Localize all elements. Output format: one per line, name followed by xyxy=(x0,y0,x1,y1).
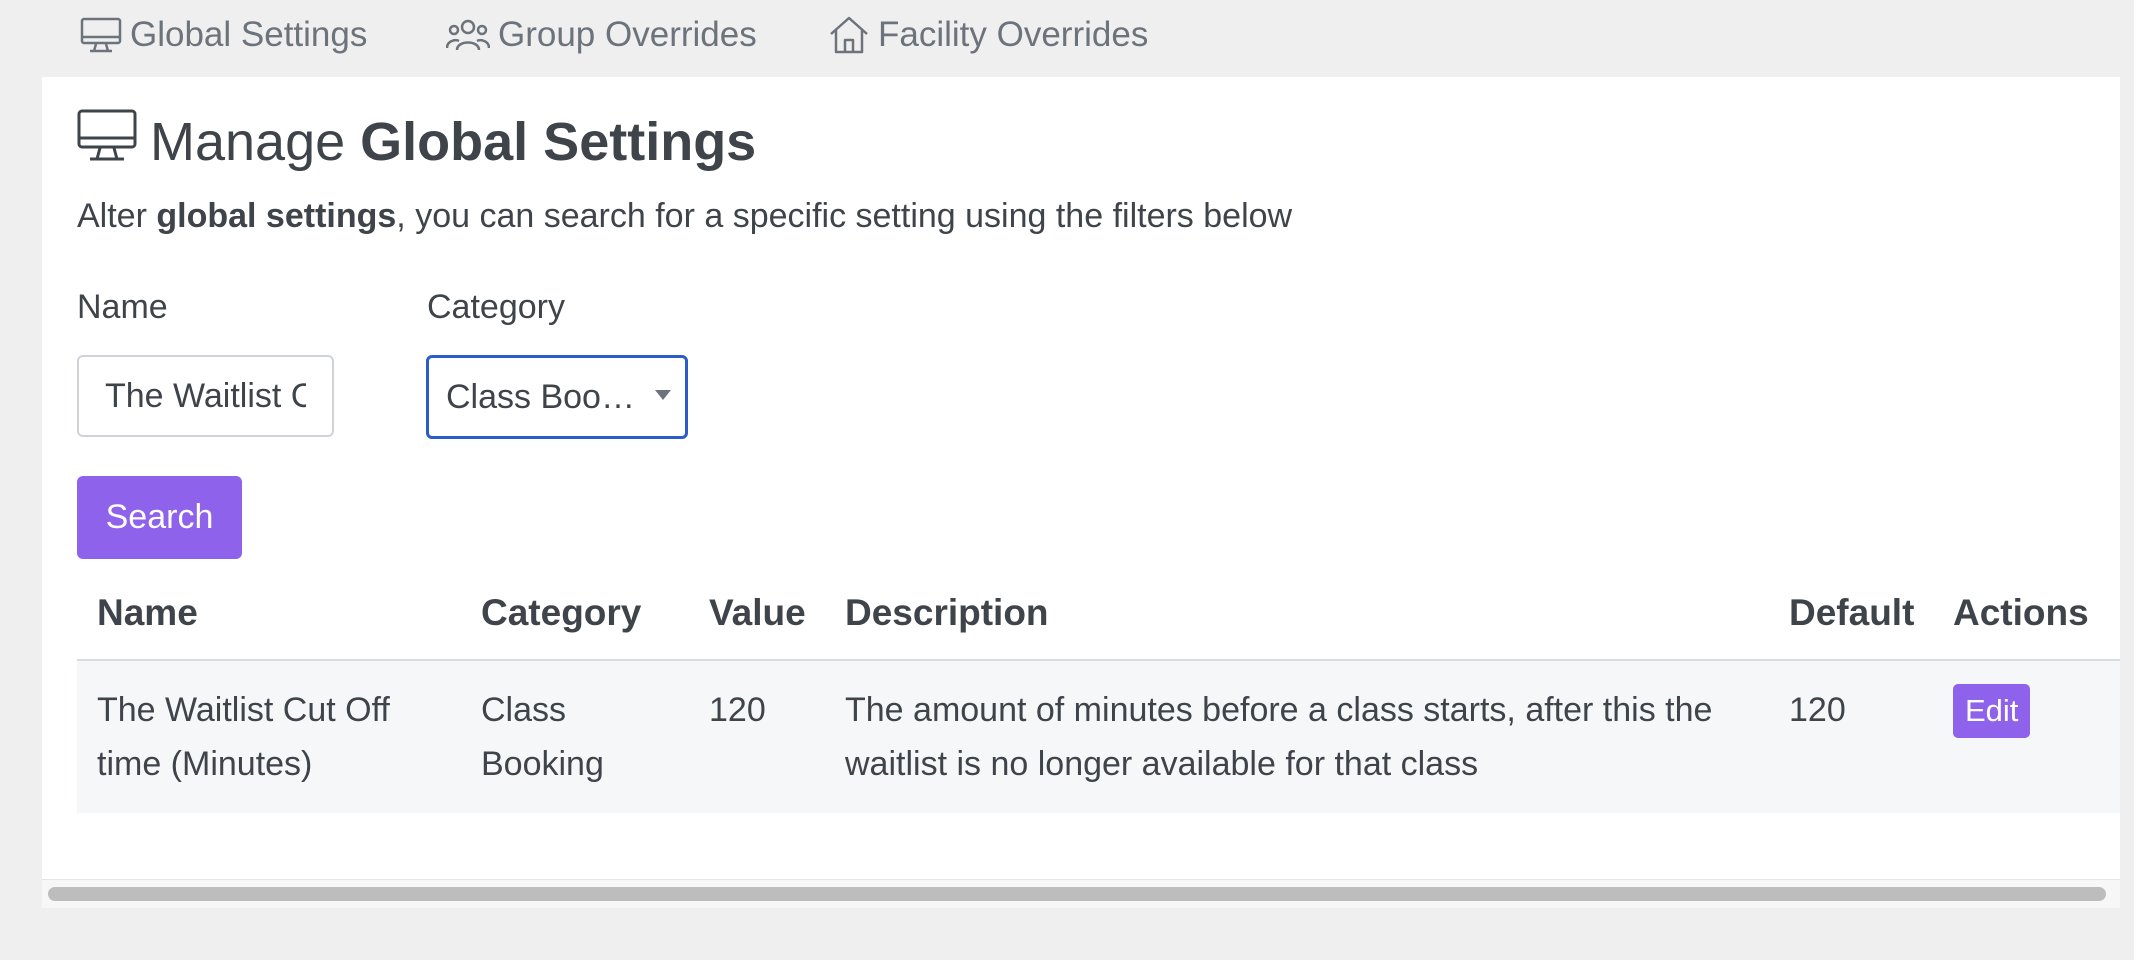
cell-name: The Waitlist Cut Off time (Minutes) xyxy=(77,660,461,813)
monitor-icon xyxy=(80,16,122,54)
tab-group-overrides[interactable]: Group Overrides xyxy=(446,10,757,60)
horizontal-scrollbar[interactable] xyxy=(42,879,2120,908)
tab-label: Facility Overrides xyxy=(878,15,1149,54)
cell-description: The amount of minutes before a class sta… xyxy=(825,660,1769,813)
column-header-category: Category xyxy=(461,567,689,661)
subtitle-suffix: , you can search for a specific setting … xyxy=(396,197,1293,235)
column-header-value: Value xyxy=(689,567,825,661)
home-icon xyxy=(828,15,870,55)
cell-value: 120 xyxy=(689,660,825,813)
tab-global-settings[interactable]: Global Settings xyxy=(80,10,367,60)
category-filter-label: Category xyxy=(427,288,565,326)
category-selected-value: Class Boo… xyxy=(446,377,635,416)
scrollbar-thumb[interactable] xyxy=(48,887,2106,901)
column-header-actions: Actions xyxy=(1933,567,2120,661)
tab-label: Global Settings xyxy=(130,15,368,54)
table-row: The Waitlist Cut Off time (Minutes) Clas… xyxy=(77,660,2120,813)
column-header-name: Name xyxy=(77,567,461,661)
caret-down-icon xyxy=(655,390,671,400)
edit-button[interactable]: Edit xyxy=(1953,684,2031,738)
cell-default: 120 xyxy=(1769,660,1933,813)
name-filter-input[interactable] xyxy=(77,355,334,437)
category-filter-select[interactable]: Class Boo… xyxy=(426,355,688,439)
subtitle-prefix: Alter xyxy=(77,197,147,235)
settings-table: Name Category Value Description Default … xyxy=(77,567,2120,813)
column-header-default: Default xyxy=(1769,567,1933,661)
column-header-description: Description xyxy=(825,567,1769,661)
cell-category: Class Booking xyxy=(461,660,689,813)
settings-tabs: Global Settings Group Overrides Facility… xyxy=(0,0,2134,77)
users-icon xyxy=(446,16,490,54)
subtitle-strong: global settings xyxy=(156,197,397,235)
settings-panel: Manage Global Settings Alter global sett… xyxy=(42,77,2120,907)
tab-facility-overrides[interactable]: Facility Overrides xyxy=(828,10,1148,60)
title-strong: Global Settings xyxy=(360,111,757,172)
page-title: Manage Global Settings xyxy=(76,107,756,176)
monitor-icon xyxy=(76,107,138,176)
cell-actions: Edit xyxy=(1933,660,2120,813)
tab-label: Group Overrides xyxy=(498,15,757,54)
title-prefix: Manage xyxy=(150,111,346,172)
search-button[interactable]: Search xyxy=(77,476,242,559)
table-header-row: Name Category Value Description Default … xyxy=(77,567,2120,661)
page-subtitle: Alter global settings, you can search fo… xyxy=(77,197,1292,236)
name-filter-label: Name xyxy=(77,288,168,326)
